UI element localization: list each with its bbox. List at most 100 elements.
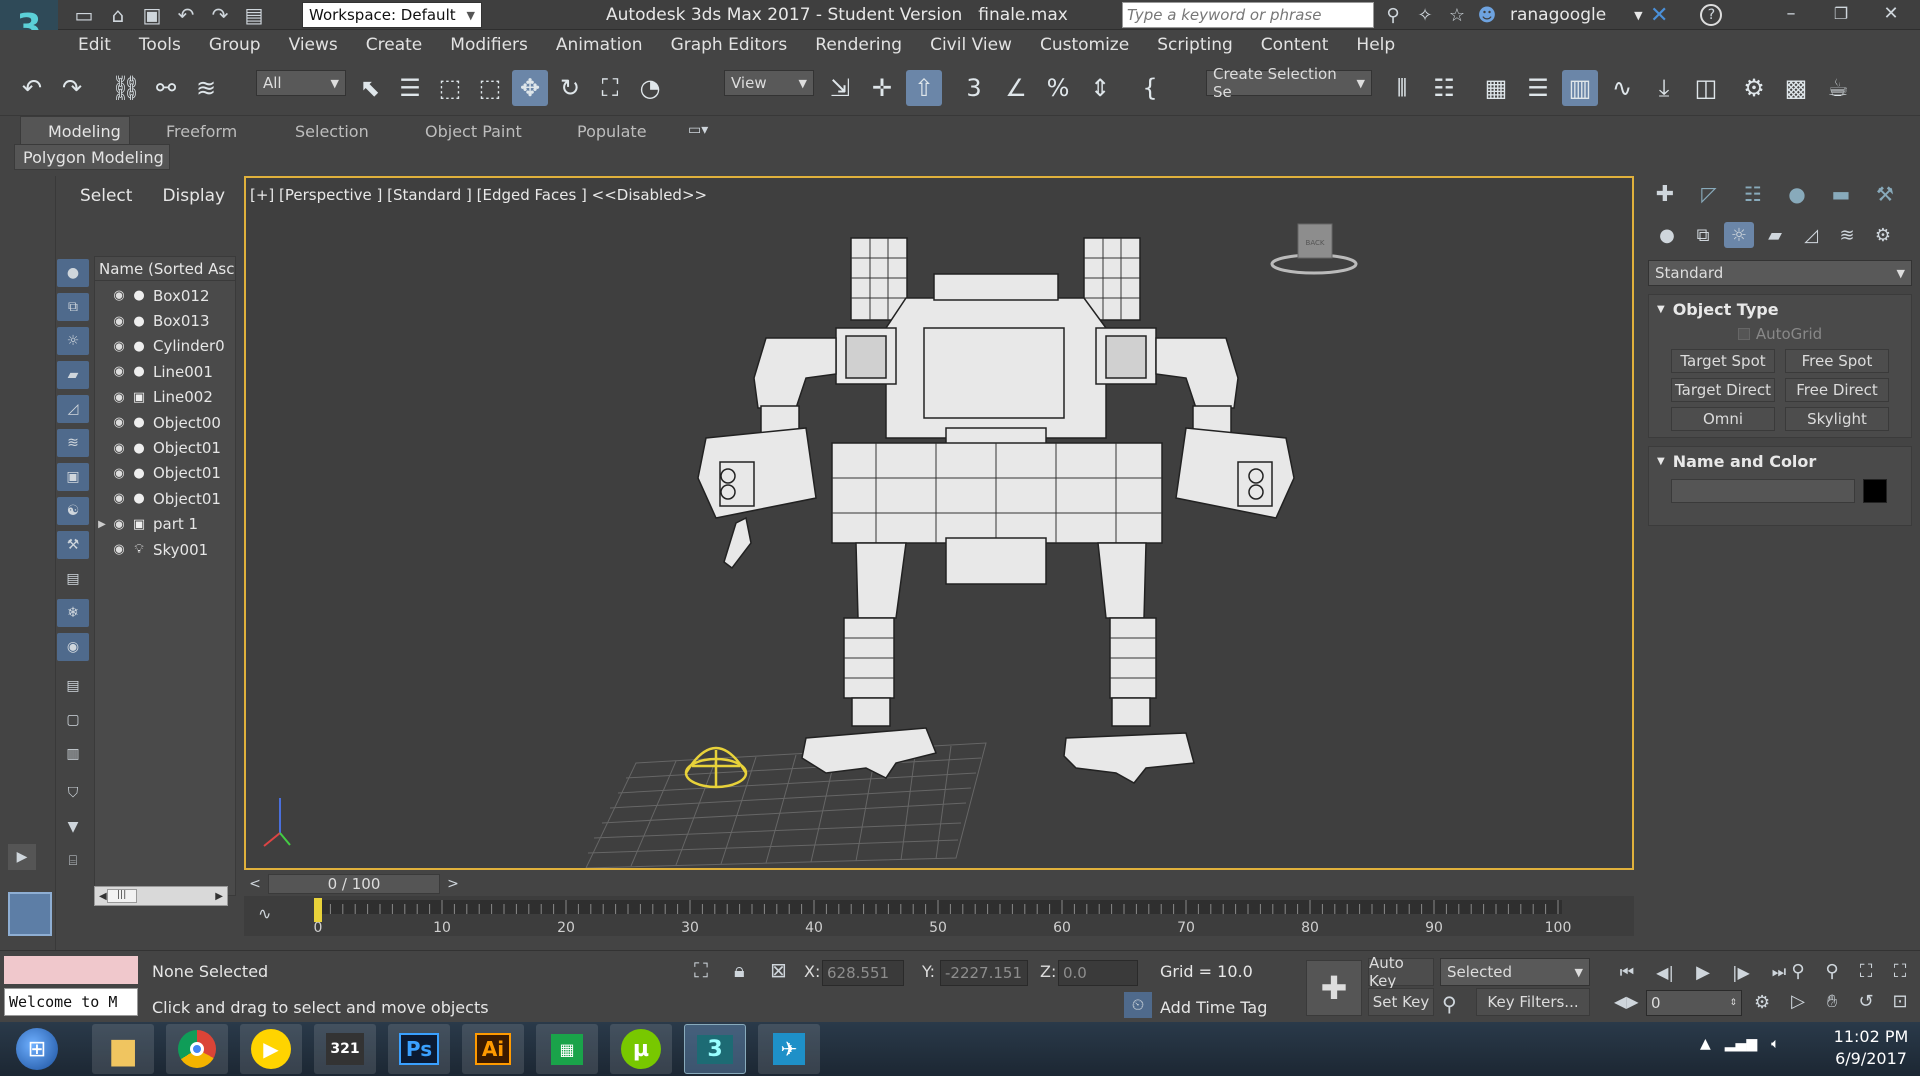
named-selection-dropdown[interactable]: Create Selection Se ▼	[1206, 65, 1372, 101]
x-coordinate-field[interactable]: 628.551	[822, 960, 904, 986]
auto-key-button[interactable]: Auto Key	[1368, 954, 1434, 990]
lights-category-icon[interactable]: ☼	[1724, 222, 1754, 248]
ribbon-tab-freeform[interactable]: Freeform	[166, 122, 237, 141]
go-to-start-icon[interactable]: ⏮	[1610, 958, 1644, 986]
taskbar-3dsmax[interactable]: 3	[684, 1024, 746, 1074]
select-and-place-icon[interactable]: ◔	[632, 70, 668, 106]
menu-modifiers[interactable]: Modifiers	[436, 30, 542, 62]
menu-animation[interactable]: Animation	[542, 30, 657, 62]
new-file-icon[interactable]: ▭	[70, 2, 98, 28]
link-icon[interactable]: ⛓	[108, 70, 144, 106]
taskbar-media-player[interactable]: ▶	[240, 1024, 302, 1074]
selection-filter-dropdown[interactable]: All ▼	[256, 70, 346, 96]
schematic-view-icon[interactable]: ⤓	[1646, 70, 1682, 106]
tree-row[interactable]: ◉ ● Object00	[95, 410, 235, 435]
visibility-eye-icon[interactable]: ◉	[109, 441, 129, 456]
free-direct-button[interactable]: Free Direct	[1785, 378, 1889, 402]
category-dropdown[interactable]: Standard ▼	[1648, 260, 1912, 286]
visibility-eye-icon[interactable]: ◉	[109, 288, 129, 303]
geometry-category-icon[interactable]: ●	[1652, 222, 1682, 248]
maxscript-listener-mini[interactable]	[4, 956, 138, 984]
layer-explorer-icon[interactable]: ☰	[1520, 70, 1556, 106]
tree-row[interactable]: ◉ 💡︎ Sky001	[95, 537, 235, 562]
viewport[interactable]: [+] [Perspective ] [Standard ] [Edged Fa…	[244, 176, 1634, 870]
display-lights-icon[interactable]: ☼	[57, 327, 89, 355]
select-and-scale-icon[interactable]: ⛶	[592, 70, 628, 106]
tree-row[interactable]: ◉ ● Line001	[95, 359, 235, 384]
helpers-category-icon[interactable]: ◿	[1796, 222, 1826, 248]
z-coordinate-field[interactable]: 0.0	[1058, 960, 1138, 986]
utilities-tab-icon[interactable]: ⚒	[1866, 180, 1904, 208]
display-spacewarps-icon[interactable]: ≋	[57, 429, 89, 457]
systems-category-icon[interactable]: ⚙	[1868, 222, 1898, 248]
display-invert-icon[interactable]: ▥	[57, 740, 89, 768]
prev-frame-icon[interactable]: <	[244, 874, 266, 894]
taskbar-spreadsheet[interactable]: ▦	[536, 1024, 598, 1074]
object-type-header[interactable]: ▼ Object Type	[1649, 295, 1911, 323]
layer-toggle-icon[interactable]: ⌸	[57, 847, 89, 875]
time-tag-icon[interactable]: ⏲	[1124, 992, 1152, 1018]
ribbon-tab-selection[interactable]: Selection	[295, 122, 369, 141]
modify-tab-icon[interactable]: ◸	[1690, 180, 1728, 208]
shapes-category-icon[interactable]: ⧉	[1688, 222, 1718, 248]
taskbar-illustrator[interactable]: Ai	[462, 1024, 524, 1074]
tree-row[interactable]: ◉ ● Box012	[95, 283, 235, 308]
explorer-tab-select[interactable]: Select	[80, 186, 132, 206]
set-key-button[interactable]: Set Key	[1368, 988, 1434, 1016]
key-filters-button[interactable]: Key Filters...	[1476, 988, 1590, 1016]
help-icon[interactable]: ?	[1700, 4, 1723, 26]
y-coordinate-field[interactable]: -2227.151	[940, 960, 1028, 986]
communication-center-icon[interactable]: ✧	[1412, 2, 1438, 28]
user-icon[interactable]: ☻	[1476, 2, 1498, 28]
hierarchy-tab-icon[interactable]: ☷	[1734, 180, 1772, 208]
track-ruler[interactable]: 0 10 20 30 40 50 60 70 80 90 100	[300, 896, 1620, 936]
redo-icon[interactable]: ↷	[54, 70, 90, 106]
pan-view-icon[interactable]: ✋︎	[1818, 988, 1846, 1014]
select-and-move-icon[interactable]: ✥	[512, 70, 548, 106]
mini-curve-editor-icon[interactable]: ∿	[258, 904, 271, 923]
play-icon[interactable]: ▶	[1686, 958, 1720, 986]
pivot-center-icon[interactable]: ⇲	[822, 70, 858, 106]
undo-icon[interactable]: ↶	[14, 70, 50, 106]
menu-rendering[interactable]: Rendering	[801, 30, 916, 62]
favorites-star-icon[interactable]: ☆	[1444, 2, 1470, 28]
spacewarps-category-icon[interactable]: ≋	[1832, 222, 1862, 248]
taskbar-video-editor[interactable]: 321	[314, 1024, 376, 1074]
motion-tab-icon[interactable]: ●	[1778, 180, 1816, 208]
zoom-icon[interactable]: ⚲	[1784, 958, 1812, 984]
menu-scripting[interactable]: Scripting	[1143, 30, 1247, 62]
orbit-icon[interactable]: ↺	[1852, 988, 1880, 1014]
ribbon-tab-modeling[interactable]: Modeling	[48, 122, 121, 141]
display-all-icon[interactable]: ▤	[57, 672, 89, 700]
menu-edit[interactable]: Edit	[64, 30, 125, 62]
percent-snap-icon[interactable]: %	[1040, 70, 1076, 106]
binoculars-icon[interactable]: ⚲	[1380, 2, 1406, 28]
save-icon[interactable]: ▣	[138, 2, 166, 28]
target-direct-button[interactable]: Target Direct	[1671, 378, 1775, 402]
spinner-snap-icon[interactable]: ⇕	[1082, 70, 1118, 106]
open-file-icon[interactable]: ⌂	[104, 2, 132, 28]
isolate-selection-icon[interactable]: ⛶	[694, 958, 708, 982]
rectangular-selection-icon[interactable]: ⬚	[432, 70, 468, 106]
window-crossing-icon[interactable]: ⬚	[472, 70, 508, 106]
keyboard-shortcut-override-icon[interactable]: ⇧	[906, 70, 942, 106]
visibility-eye-icon[interactable]: ◉	[109, 517, 129, 532]
tree-row[interactable]: ◉ ● Cylinder0	[95, 334, 235, 359]
zoom-extents-icon[interactable]: ⛶	[1852, 958, 1880, 984]
field-of-view-icon[interactable]: ▷	[1784, 988, 1812, 1014]
display-hidden-icon[interactable]: ◉	[57, 633, 89, 661]
taskbar-soft[interactable]: ✈	[758, 1024, 820, 1074]
autogrid-checkbox[interactable]	[1737, 328, 1750, 340]
select-and-rotate-icon[interactable]: ↻	[552, 70, 588, 106]
visibility-eye-icon[interactable]: ◉	[109, 314, 129, 329]
search-box[interactable]: Type a keyword or phrase	[1122, 2, 1374, 28]
taskbar-explorer[interactable]: ▆	[92, 1024, 154, 1074]
default-in-out-tangent[interactable]: ✚	[1306, 960, 1362, 1016]
taskbar-torrent[interactable]: µ	[610, 1024, 672, 1074]
tree-row[interactable]: ◉ ● Object01	[95, 461, 235, 486]
taskbar-photoshop[interactable]: Ps	[388, 1024, 450, 1074]
display-none-icon[interactable]: ▢	[57, 706, 89, 734]
rendered-frame-window-icon[interactable]: ▩	[1778, 70, 1814, 106]
ribbon-tab-populate[interactable]: Populate	[577, 122, 647, 141]
tree-row[interactable]: ◉ ● Box013	[95, 308, 235, 333]
